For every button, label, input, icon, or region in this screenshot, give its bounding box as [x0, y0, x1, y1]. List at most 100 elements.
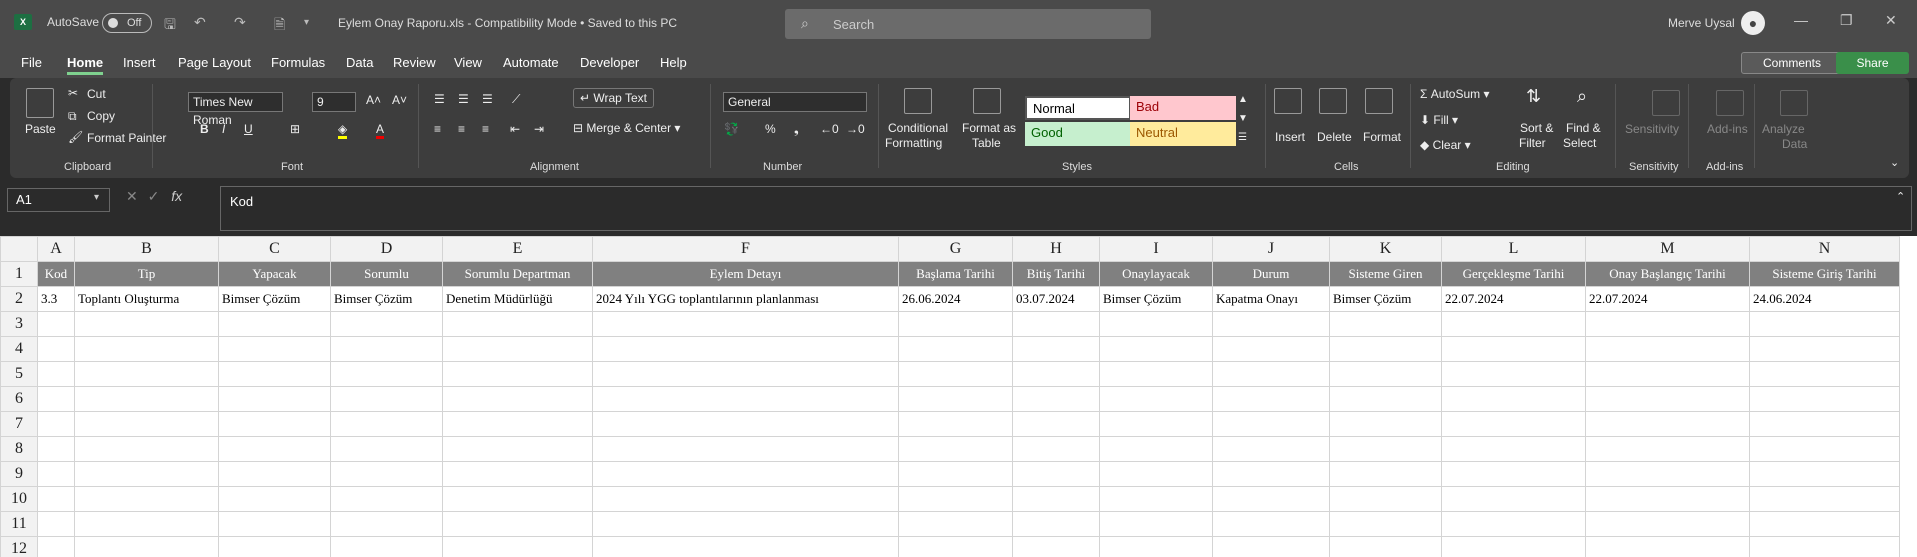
- cell-E6[interactable]: [442, 386, 593, 412]
- cell-C8[interactable]: [218, 436, 331, 462]
- cell-E2[interactable]: Denetim Müdürlüğü: [442, 286, 593, 312]
- decrease-indent-icon[interactable]: ⇤: [510, 122, 520, 136]
- column-header-J[interactable]: J: [1212, 236, 1330, 262]
- autosave-toggle[interactable]: Off: [102, 13, 152, 33]
- sort-filter-icon[interactable]: ⇅: [1526, 86, 1541, 107]
- cancel-icon[interactable]: ✕: [126, 188, 138, 204]
- cell-B6[interactable]: [74, 386, 219, 412]
- row-header[interactable]: 7: [0, 411, 38, 437]
- cell-L10[interactable]: [1441, 486, 1586, 512]
- align-bottom-icon[interactable]: ☰: [482, 92, 493, 106]
- column-header-E[interactable]: E: [442, 236, 593, 262]
- cell-L3[interactable]: [1441, 311, 1586, 337]
- cell-K7[interactable]: [1329, 411, 1442, 437]
- cell-D7[interactable]: [330, 411, 443, 437]
- cell-I6[interactable]: [1099, 386, 1213, 412]
- conditional-formatting-icon[interactable]: [904, 88, 932, 114]
- cell-N1[interactable]: Sisteme Giriş Tarihi: [1749, 261, 1900, 287]
- cell-A8[interactable]: [37, 436, 75, 462]
- align-center-icon[interactable]: ≡: [458, 122, 465, 136]
- cell-N5[interactable]: [1749, 361, 1900, 387]
- cell-M9[interactable]: [1585, 461, 1750, 487]
- cell-J7[interactable]: [1212, 411, 1330, 437]
- enter-icon[interactable]: ✓: [148, 188, 160, 204]
- tab-file[interactable]: File: [21, 55, 42, 70]
- column-header-M[interactable]: M: [1585, 236, 1750, 262]
- cell-J4[interactable]: [1212, 336, 1330, 362]
- column-header-H[interactable]: H: [1012, 236, 1100, 262]
- cell-M2[interactable]: 22.07.2024: [1585, 286, 1750, 312]
- bold-icon[interactable]: B: [200, 122, 209, 136]
- cell-B2[interactable]: Toplantı Oluşturma: [74, 286, 219, 312]
- cell-L2[interactable]: 22.07.2024: [1441, 286, 1586, 312]
- format-cells-icon[interactable]: [1365, 88, 1393, 114]
- cell-I3[interactable]: [1099, 311, 1213, 337]
- redo-icon[interactable]: ↷: [234, 14, 246, 31]
- cell-I7[interactable]: [1099, 411, 1213, 437]
- cell-F4[interactable]: [592, 336, 899, 362]
- fill-button[interactable]: ⬇ Fill ▾: [1420, 113, 1458, 127]
- row-header[interactable]: 8: [0, 436, 38, 462]
- cell-L12[interactable]: [1441, 536, 1586, 557]
- copy-button[interactable]: Copy: [87, 109, 115, 123]
- cell-G7[interactable]: [898, 411, 1013, 437]
- cell-B1[interactable]: Tip: [74, 261, 219, 287]
- cell-K8[interactable]: [1329, 436, 1442, 462]
- wrap-text-button[interactable]: ↵ Wrap Text: [573, 88, 654, 108]
- cell-G10[interactable]: [898, 486, 1013, 512]
- cell-C1[interactable]: Yapacak: [218, 261, 331, 287]
- cell-M4[interactable]: [1585, 336, 1750, 362]
- cell-A2[interactable]: 3.3: [37, 286, 75, 312]
- cell-D5[interactable]: [330, 361, 443, 387]
- font-size-box[interactable]: 9: [312, 92, 356, 112]
- cell-C11[interactable]: [218, 511, 331, 537]
- cell-A11[interactable]: [37, 511, 75, 537]
- cell-B12[interactable]: [74, 536, 219, 557]
- column-header-L[interactable]: L: [1441, 236, 1586, 262]
- increase-decimal-icon[interactable]: ←0: [820, 122, 839, 136]
- cell-C6[interactable]: [218, 386, 331, 412]
- cell-B7[interactable]: [74, 411, 219, 437]
- cell-H12[interactable]: [1012, 536, 1100, 557]
- cell-H8[interactable]: [1012, 436, 1100, 462]
- cell-H11[interactable]: [1012, 511, 1100, 537]
- cell-B5[interactable]: [74, 361, 219, 387]
- minimize-icon[interactable]: —: [1794, 12, 1808, 28]
- font-name-box[interactable]: Times New Roman: [188, 92, 283, 127]
- cell-M6[interactable]: [1585, 386, 1750, 412]
- cell-K4[interactable]: [1329, 336, 1442, 362]
- search-box[interactable]: ⌕ Search: [785, 9, 1151, 39]
- cell-K12[interactable]: [1329, 536, 1442, 557]
- cell-I2[interactable]: Bimser Çözüm: [1099, 286, 1213, 312]
- cell-E11[interactable]: [442, 511, 593, 537]
- tab-home[interactable]: Home: [67, 55, 104, 75]
- cell-D8[interactable]: [330, 436, 443, 462]
- cell-K10[interactable]: [1329, 486, 1442, 512]
- cell-F10[interactable]: [592, 486, 899, 512]
- number-format-box[interactable]: General: [723, 92, 867, 112]
- cut-button[interactable]: Cut: [87, 87, 106, 101]
- row-header[interactable]: 4: [0, 336, 38, 362]
- format-as-table-button[interactable]: Format as: [962, 121, 1016, 135]
- cell-L1[interactable]: Gerçekleşme Tarihi: [1441, 261, 1586, 287]
- decrease-decimal-icon[interactable]: →0: [846, 122, 865, 136]
- find-select-icon[interactable]: ⌕: [1577, 86, 1587, 107]
- cell-C3[interactable]: [218, 311, 331, 337]
- cell-E10[interactable]: [442, 486, 593, 512]
- sort-filter-button[interactable]: Sort &: [1520, 121, 1553, 135]
- cell-M8[interactable]: [1585, 436, 1750, 462]
- cell-E4[interactable]: [442, 336, 593, 362]
- cell-D6[interactable]: [330, 386, 443, 412]
- cell-J8[interactable]: [1212, 436, 1330, 462]
- cell-I1[interactable]: Onaylayacak: [1099, 261, 1213, 287]
- row-header[interactable]: 11: [0, 511, 38, 537]
- analyze-data-button[interactable]: Analyze: [1762, 122, 1805, 136]
- cell-N8[interactable]: [1749, 436, 1900, 462]
- collapse-ribbon-icon[interactable]: ⌄: [1890, 156, 1899, 169]
- styles-scroll-down-icon[interactable]: ▼: [1238, 113, 1248, 124]
- style-normal[interactable]: Normal: [1025, 96, 1131, 120]
- cell-E12[interactable]: [442, 536, 593, 557]
- cell-G12[interactable]: [898, 536, 1013, 557]
- cell-N6[interactable]: [1749, 386, 1900, 412]
- cell-H5[interactable]: [1012, 361, 1100, 387]
